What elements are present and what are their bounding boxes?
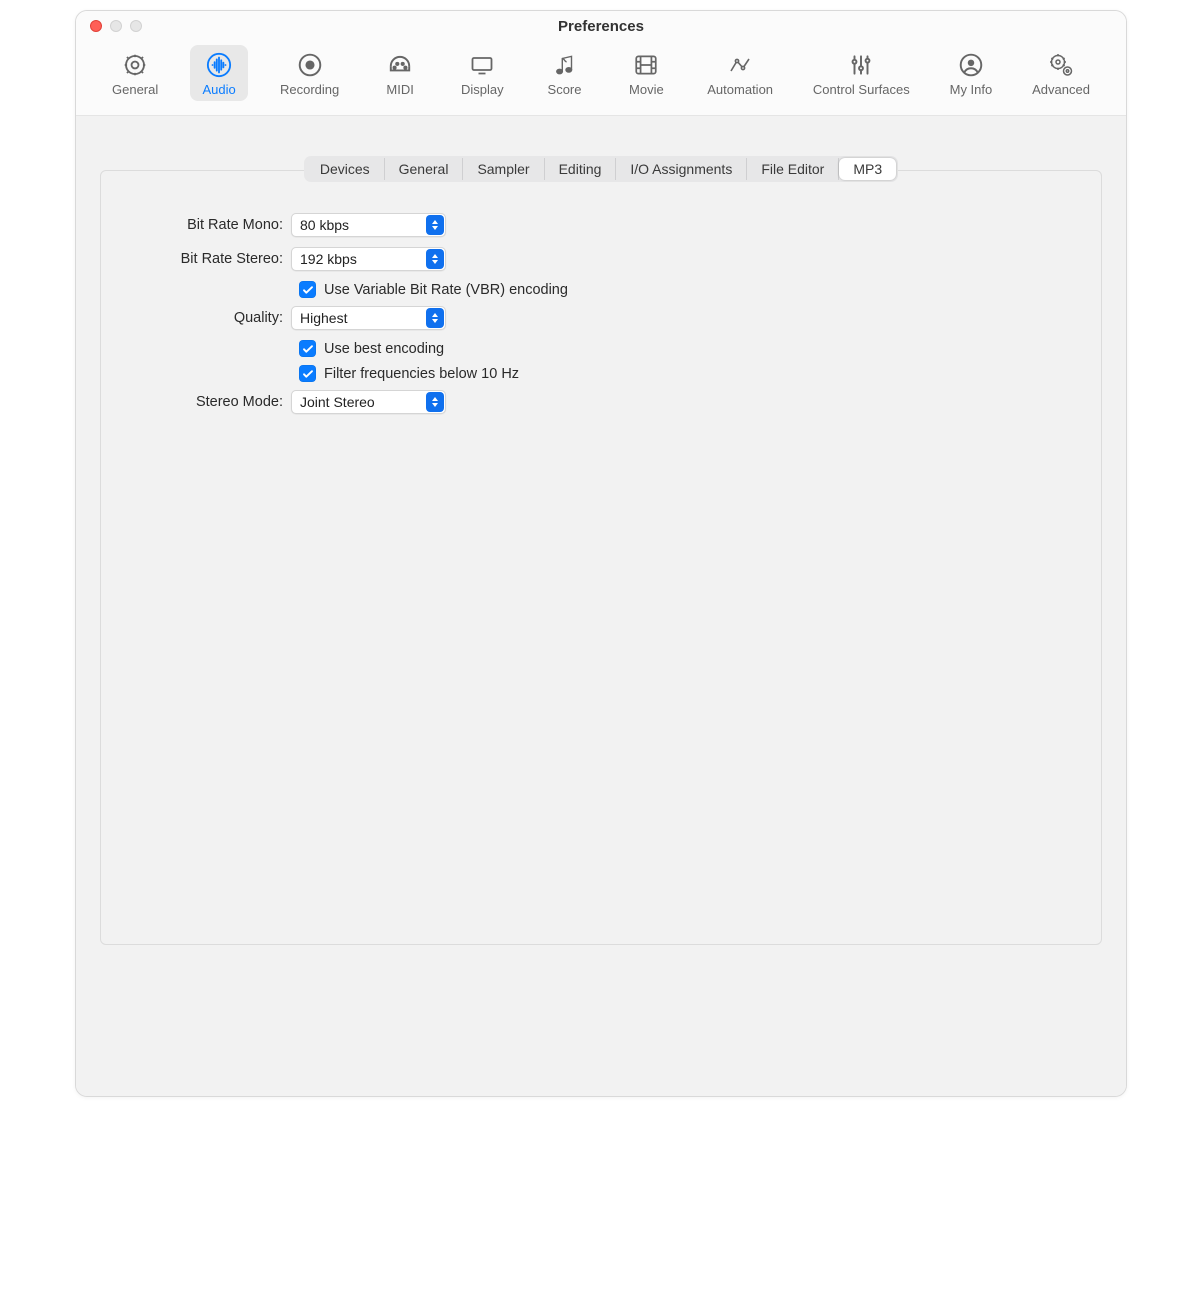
zoom-button[interactable]: [130, 20, 142, 32]
preferences-window: Preferences General Audio: [75, 10, 1127, 1097]
tab-audio[interactable]: Audio: [190, 45, 248, 101]
close-button[interactable]: [90, 20, 102, 32]
waveform-icon: [204, 51, 234, 79]
tab-movie[interactable]: Movie: [617, 45, 675, 101]
filter-freq-label: Filter frequencies below 10 Hz: [324, 366, 519, 382]
bit-rate-mono-select[interactable]: 80 kbps: [291, 213, 446, 237]
vbr-label: Use Variable Bit Rate (VBR) encoding: [324, 282, 568, 298]
stereo-mode-select[interactable]: Joint Stereo: [291, 390, 446, 414]
tab-score[interactable]: Score: [536, 45, 594, 101]
tab-label: Control Surfaces: [813, 82, 910, 97]
filter-freq-checkbox[interactable]: [299, 365, 316, 382]
select-value: 192 kbps: [300, 251, 357, 267]
tab-recording[interactable]: Recording: [272, 45, 347, 101]
updown-arrows-icon: [426, 215, 444, 235]
subtab-devices[interactable]: Devices: [306, 158, 385, 180]
select-value: 80 kbps: [300, 217, 349, 233]
user-circle-icon: [956, 51, 986, 79]
subtab-sampler[interactable]: Sampler: [463, 158, 544, 180]
audio-subtabs: Devices General Sampler Editing I/O Assi…: [304, 156, 898, 182]
tab-display[interactable]: Display: [453, 45, 512, 101]
midi-icon: [385, 51, 415, 79]
best-encoding-checkbox[interactable]: [299, 340, 316, 357]
tab-automation[interactable]: Automation: [699, 45, 781, 101]
tab-my-info[interactable]: My Info: [942, 45, 1001, 101]
subtab-editing[interactable]: Editing: [545, 158, 617, 180]
bit-rate-stereo-label: Bit Rate Stereo:: [125, 251, 291, 267]
select-value: Joint Stereo: [300, 394, 375, 410]
bit-rate-mono-label: Bit Rate Mono:: [125, 217, 291, 233]
preferences-body: Devices General Sampler Editing I/O Assi…: [76, 116, 1126, 1096]
quality-label: Quality:: [125, 310, 291, 326]
select-value: Highest: [300, 310, 347, 326]
best-encoding-label: Use best encoding: [324, 341, 444, 357]
gears-icon: [1046, 51, 1076, 79]
bit-rate-stereo-select[interactable]: 192 kbps: [291, 247, 446, 271]
tab-label: Automation: [707, 82, 773, 97]
film-icon: [631, 51, 661, 79]
tab-general[interactable]: General: [104, 45, 166, 101]
subtab-mp3[interactable]: MP3: [839, 158, 896, 180]
tab-label: MIDI: [386, 82, 413, 97]
updown-arrows-icon: [426, 249, 444, 269]
gear-icon: [120, 51, 150, 79]
tab-label: Display: [461, 82, 504, 97]
subtab-file-editor[interactable]: File Editor: [747, 158, 839, 180]
tab-label: Movie: [629, 82, 664, 97]
minimize-button[interactable]: [110, 20, 122, 32]
tab-label: My Info: [950, 82, 993, 97]
subtab-general[interactable]: General: [385, 158, 464, 180]
tab-midi[interactable]: MIDI: [371, 45, 429, 101]
stereo-mode-label: Stereo Mode:: [125, 394, 291, 410]
music-notes-icon: [550, 51, 580, 79]
tab-label: Advanced: [1032, 82, 1090, 97]
window-title: Preferences: [88, 18, 1114, 35]
record-icon: [295, 51, 325, 79]
quality-select[interactable]: Highest: [291, 306, 446, 330]
display-icon: [467, 51, 497, 79]
mp3-panel: Bit Rate Mono: 80 kbps Bit Rate Stereo: …: [100, 170, 1102, 945]
tab-label: Audio: [203, 82, 236, 97]
automation-icon: [725, 51, 755, 79]
tab-label: Recording: [280, 82, 339, 97]
window-controls: [90, 20, 142, 32]
tab-control-surfaces[interactable]: Control Surfaces: [805, 45, 918, 101]
vbr-checkbox[interactable]: [299, 281, 316, 298]
updown-arrows-icon: [426, 392, 444, 412]
tab-label: Score: [548, 82, 582, 97]
tab-advanced[interactable]: Advanced: [1024, 45, 1098, 101]
sliders-icon: [846, 51, 876, 79]
updown-arrows-icon: [426, 308, 444, 328]
subtab-io-assignments[interactable]: I/O Assignments: [616, 158, 747, 180]
tab-label: General: [112, 82, 158, 97]
pref-toolbar: General Audio Recording: [76, 41, 1126, 116]
titlebar: Preferences: [76, 11, 1126, 41]
